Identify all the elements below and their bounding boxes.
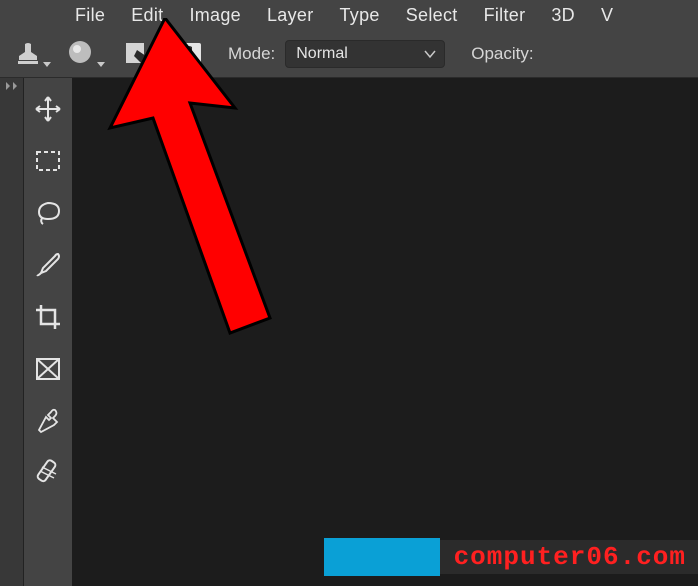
brush-settings-icon[interactable] <box>116 37 158 71</box>
watermark-text: computer06.com <box>440 540 698 574</box>
current-tool-stamp-icon[interactable] <box>12 37 54 71</box>
main-menu-bar: File Edit Image Layer Type Select Filter… <box>0 0 698 30</box>
watermark-accent <box>324 538 440 576</box>
lasso-tool-icon[interactable] <box>29 194 67 232</box>
opacity-label: Opacity: <box>471 44 533 64</box>
menu-3d[interactable]: 3D <box>541 2 585 29</box>
chevron-down-icon <box>424 49 436 59</box>
chevron-down-icon <box>97 62 105 67</box>
menu-image[interactable]: Image <box>179 2 251 29</box>
expand-handle-icon[interactable] <box>0 78 22 92</box>
canvas-area[interactable] <box>72 78 698 586</box>
options-bar: Mode: Normal Opacity: <box>0 30 698 78</box>
watermark: computer06.com <box>324 538 698 576</box>
menu-file[interactable]: File <box>65 2 115 29</box>
eyedropper-tool-icon[interactable] <box>29 402 67 440</box>
menu-filter[interactable]: Filter <box>474 2 536 29</box>
menu-edit[interactable]: Edit <box>121 2 173 29</box>
menu-select[interactable]: Select <box>396 2 468 29</box>
brush-tool-icon[interactable] <box>29 246 67 284</box>
healing-brush-tool-icon[interactable] <box>29 454 67 492</box>
frame-tool-icon[interactable] <box>29 350 67 388</box>
clone-source-panel-icon[interactable] <box>168 37 210 71</box>
mode-label: Mode: <box>228 44 275 64</box>
menu-view-partial[interactable]: V <box>591 2 623 29</box>
brush-preset-icon[interactable] <box>64 37 106 71</box>
workspace <box>0 78 698 586</box>
collapsed-panel-strip[interactable] <box>0 78 24 586</box>
blend-mode-value: Normal <box>296 45 348 63</box>
menu-type[interactable]: Type <box>330 2 390 29</box>
chevron-down-icon <box>43 62 51 67</box>
menu-layer[interactable]: Layer <box>257 2 324 29</box>
move-tool-icon[interactable] <box>29 90 67 128</box>
blend-mode-select[interactable]: Normal <box>285 40 445 68</box>
crop-tool-icon[interactable] <box>29 298 67 336</box>
marquee-tool-icon[interactable] <box>29 142 67 180</box>
toolbox <box>24 78 72 586</box>
